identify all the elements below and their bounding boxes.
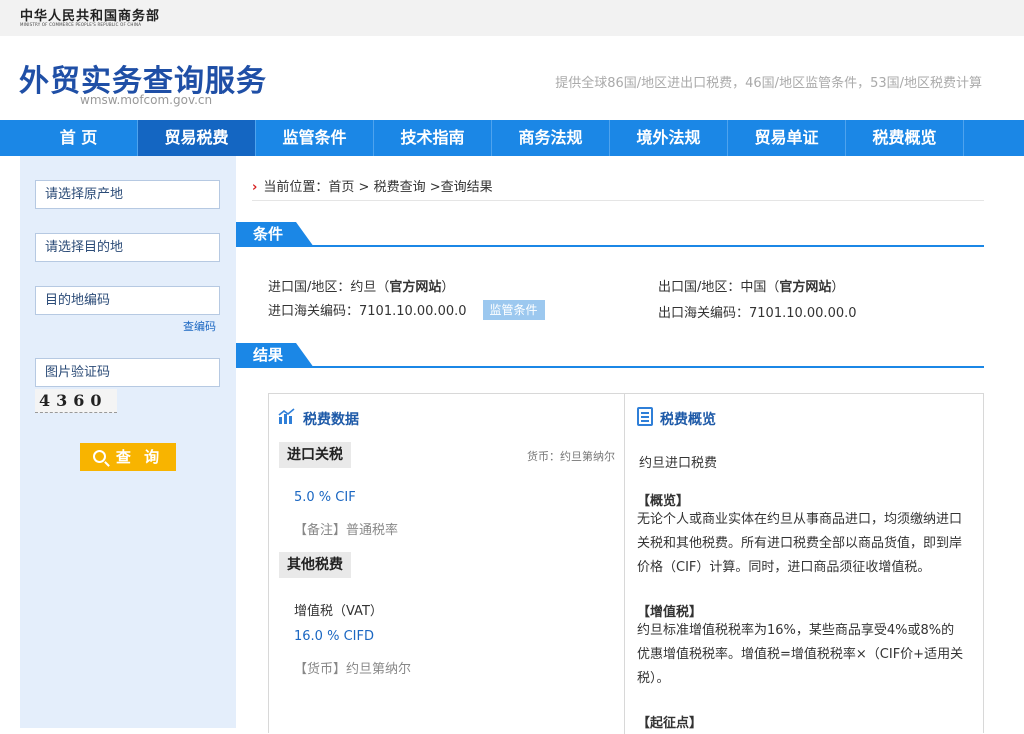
nav-item-tech-guide[interactable]: 技术指南 (374, 120, 492, 156)
import-country: 进口国/地区：约旦（官方网站） (268, 276, 454, 295)
export-country-close: ） (831, 280, 845, 295)
site-tagline: 提供全球86国/地区进出口税费，46国/地区监管条件，53国/地区税费计算 (555, 76, 982, 91)
results-rule (236, 366, 984, 368)
import-duty-label: 进口关税 (279, 442, 351, 468)
breadcrumb-separator: > (425, 180, 441, 195)
chevron-right-icon: › (252, 180, 258, 195)
overview-paragraph-vat: 约旦标准增值税税率为16%，某些商品享受4%或8%的优惠增值税税率。增值税=增值… (637, 623, 964, 686)
currency-note: 货币：约旦第纳尔 (527, 450, 615, 463)
captcha-input[interactable]: 图片验证码 (35, 358, 220, 387)
breadcrumb-prefix: 当前位置： (263, 180, 329, 195)
overview-heading-threshold: 【起征点】 (637, 716, 703, 731)
export-hs-code: 出口海关编码：7101.10.00.00.0 (658, 306, 857, 321)
chart-trend-icon (278, 408, 295, 424)
captcha-image[interactable]: 4360 (35, 389, 117, 413)
overview-paragraph-summary: 无论个人或商业实体在约旦从事商品进口，均须缴纳进口关税和其他税费。所有进口税费全… (637, 512, 963, 575)
breadcrumb-separator: > (354, 180, 374, 195)
site-domain: wmsw.mofcom.gov.cn (80, 93, 213, 107)
tax-overview-title: 税费概览 (660, 412, 716, 428)
import-official-site-link[interactable]: 官方网站 (389, 280, 441, 295)
tax-data-title: 税费数据 (303, 412, 359, 428)
query-sidebar: 请选择原产地 请选择目的地 目的地编码 查编码 图片验证码 4360 查 询 (20, 156, 236, 728)
document-icon (637, 407, 653, 426)
origin-select[interactable]: 请选择原产地 (35, 180, 220, 209)
import-hs-code: 进口海关编码：7101.10.00.00.0 监管条件 (268, 300, 545, 320)
nav-item-tax-overview[interactable]: 税费概览 (846, 120, 964, 156)
results-panel: 税费数据 进口关税 货币：约旦第纳尔 5.0 % CIF 【备注】普通税率 其他… (268, 393, 984, 734)
panel-divider (624, 394, 625, 734)
import-country-label: 进口国/地区：约旦（ (268, 280, 390, 295)
search-icon (92, 450, 106, 463)
query-button[interactable]: 查 询 (80, 443, 176, 471)
export-country-label: 出口国/地区：中国（ (658, 280, 780, 295)
vat-name: 增值税（VAT） (294, 604, 383, 619)
overview-heading-vat: 【增值税】 (637, 605, 703, 620)
nav-item-supervision[interactable]: 监管条件 (256, 120, 374, 156)
vat-currency: 【货币】约旦第纳尔 (294, 662, 412, 677)
breadcrumb-tax-query[interactable]: 税费查询 (374, 180, 426, 195)
breadcrumb: › 当前位置：首页 > 税费查询 >查询结果 (252, 176, 493, 195)
nav-item-commerce-law[interactable]: 商务法规 (492, 120, 610, 156)
lookup-code-link[interactable]: 查编码 (183, 318, 216, 334)
nav-item-home[interactable]: 首 页 (20, 120, 138, 156)
divider (252, 200, 984, 201)
site-header: 外贸实务查询服务 wmsw.mofcom.gov.cn 提供全球86国/地区进出… (0, 36, 1024, 120)
main-content: › 当前位置：首页 > 税费查询 >查询结果 条件 进口国/地区：约旦（官方网站）… (236, 156, 1024, 734)
top-bar: 中华人民共和国商务部 MINISTRY OF COMMERCE PEOPLE'S… (0, 0, 1024, 36)
export-country: 出口国/地区：中国（官方网站） (658, 276, 844, 295)
main-nav: 首 页 贸易税费 监管条件 技术指南 商务法规 境外法规 贸易单证 税费概览 (0, 120, 1024, 156)
breadcrumb-home[interactable]: 首页 (328, 180, 354, 195)
import-country-close: ） (441, 280, 455, 295)
overview-subtitle: 约旦进口税费 (639, 456, 718, 471)
destination-code-input[interactable]: 目的地编码 (35, 286, 220, 315)
supervision-conditions-button[interactable]: 监管条件 (482, 300, 545, 320)
conditions-rule (236, 245, 984, 247)
ministry-logo-en: MINISTRY OF COMMERCE PEOPLE'S REPUBLIC O… (20, 22, 142, 27)
nav-item-trade-docs[interactable]: 贸易单证 (728, 120, 846, 156)
other-tax-label: 其他税费 (279, 552, 351, 578)
export-official-site-link[interactable]: 官方网站 (779, 280, 831, 295)
nav-item-foreign-law[interactable]: 境外法规 (610, 120, 728, 156)
overview-heading-summary: 【概览】 (637, 494, 690, 509)
results-heading: 结果 (236, 343, 314, 368)
nav-item-trade-tax[interactable]: 贸易税费 (138, 120, 256, 156)
import-hs-code-text: 进口海关编码：7101.10.00.00.0 (268, 304, 467, 319)
query-button-label: 查 询 (115, 448, 164, 466)
import-duty-remark: 【备注】普通税率 (294, 523, 399, 538)
destination-select[interactable]: 请选择目的地 (35, 233, 220, 262)
conditions-heading: 条件 (236, 222, 314, 247)
vat-rate: 16.0 % CIFD (294, 629, 374, 644)
import-duty-rate: 5.0 % CIF (294, 490, 356, 505)
breadcrumb-current: 查询结果 (440, 180, 493, 195)
